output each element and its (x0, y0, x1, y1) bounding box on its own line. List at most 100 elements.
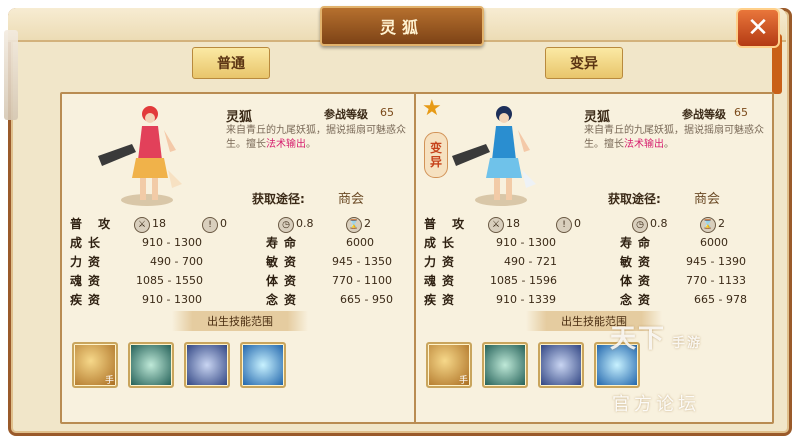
stat-label: 敏资 (266, 255, 303, 269)
stat-value: 490 - 700 (150, 255, 203, 268)
skill-icon-1[interactable]: 手 (426, 342, 472, 388)
hourglass-value: 2 (718, 217, 725, 230)
stat-value: 6000 (346, 236, 374, 249)
stat-value: 770 - 1133 (686, 274, 746, 287)
level-value: 65 (380, 106, 394, 119)
skill-icon-2[interactable] (128, 342, 174, 388)
close-button[interactable]: ✕ (736, 8, 780, 48)
stat-row: 力资 490 - 700 敏资 945 - 1350 (70, 253, 410, 271)
pet-portrait-normal (98, 106, 182, 206)
stat-row: 力资 490 - 721 敏资 945 - 1390 (424, 253, 764, 271)
stat-label: 疾资 (70, 293, 107, 307)
source-label: 获取途径: (252, 192, 305, 206)
stat-label: 魂资 (424, 274, 461, 288)
sword-icon: ⚔ (134, 217, 150, 233)
hourglass-icon: ⌛ (700, 217, 716, 233)
tab-variant[interactable]: 变异 (545, 47, 623, 79)
stat-value: 910 - 1300 (496, 236, 556, 249)
source-value: 商会 (338, 192, 365, 207)
stat-label: 体资 (266, 274, 303, 288)
stat-value: 910 - 1300 (142, 236, 202, 249)
stat-label: 成长 (70, 236, 107, 250)
level-label: 参战等级 (682, 108, 726, 121)
description-highlight: 法术输出 (266, 139, 306, 150)
sword-icon: ⚔ (488, 217, 504, 233)
stat-row: 魂资 1085 - 1550 体资 770 - 1100 (70, 272, 410, 290)
clock-icon: ◷ (632, 217, 648, 233)
clock-icon: ◷ (278, 217, 294, 233)
hourglass-icon: ⌛ (346, 217, 362, 233)
skill-icon-1[interactable]: 手 (72, 342, 118, 388)
source-value: 商会 (694, 192, 721, 207)
description-text: 来自青丘的九尾妖狐，据说摇扇可魅惑众生。擅长 (584, 125, 764, 150)
skill-range-banner: 出生技能范围 (172, 311, 308, 331)
stat-label: 念资 (266, 293, 303, 307)
stat-row: 成长 910 - 1300 寿命 6000 (70, 234, 410, 252)
stat-value: 945 - 1350 (332, 255, 392, 268)
stat-value: 6000 (700, 236, 728, 249)
stat-value: 945 - 1390 (686, 255, 746, 268)
pet-panel-variant: ★ 变异 灵狐 参战等级 65 来自青丘的九尾妖狐，据说摇扇可魅惑众生。擅长法术… (414, 92, 774, 424)
skill-icon-4[interactable] (240, 342, 286, 388)
stat-value: 1085 - 1550 (136, 274, 203, 287)
watermark-sub: 手游 (672, 336, 703, 351)
stat-value: 910 - 1339 (496, 293, 556, 306)
attack-label: 普 攻 (70, 217, 117, 231)
exclaim-value: 0 (220, 217, 227, 230)
clock-value: 0.8 (296, 217, 314, 230)
exclaim-value: 0 (574, 217, 581, 230)
stat-value: 665 - 978 (694, 293, 747, 306)
skill-icon-2[interactable] (482, 342, 528, 388)
stat-label: 疾资 (424, 293, 461, 307)
stat-label: 魂资 (70, 274, 107, 288)
stat-row: 成长 910 - 1300 寿命 6000 (424, 234, 764, 252)
pet-name: 灵狐 (226, 110, 253, 125)
watermark-logo: 天下 手游 (610, 318, 702, 355)
star-icon: ★ (422, 96, 442, 121)
stat-label: 敏资 (620, 255, 657, 269)
stat-value: 490 - 721 (504, 255, 557, 268)
stat-label: 念资 (620, 293, 657, 307)
clock-value: 0.8 (650, 217, 668, 230)
window-title: 灵狐 (320, 6, 484, 46)
pet-description: 来自青丘的九尾妖狐，据说摇扇可魅惑众生。擅长法术输出。 (584, 124, 764, 152)
description-text: 来自青丘的九尾妖狐，据说摇扇可魅惑众生。擅长 (226, 125, 406, 150)
source-label: 获取途径: (608, 192, 661, 206)
pet-portrait-variant (452, 106, 536, 206)
stat-row: 疾资 910 - 1300 念资 665 - 950 (70, 291, 410, 309)
stat-label: 力资 (424, 255, 461, 269)
variant-tag-char: 变 (429, 141, 442, 155)
pet-name: 灵狐 (584, 110, 611, 125)
description-end: 。 (306, 139, 316, 150)
attack-label: 普 攻 (424, 217, 471, 231)
attack-value: 18 (152, 217, 166, 230)
stat-row: 疾资 910 - 1339 念资 665 - 978 (424, 291, 764, 309)
skill-icon-3[interactable] (184, 342, 230, 388)
level-label: 参战等级 (324, 108, 368, 121)
stat-label: 力资 (70, 255, 107, 269)
variant-tag-char: 异 (429, 155, 442, 169)
stat-value: 910 - 1300 (142, 293, 202, 306)
hourglass-value: 2 (364, 217, 371, 230)
watermark-main: 天下 (610, 324, 667, 354)
watermark-forum: 官方论坛 (612, 394, 700, 415)
description-highlight: 法术输出 (624, 139, 664, 150)
stat-label: 成长 (424, 236, 461, 250)
stat-label: 体资 (620, 274, 657, 288)
stat-label: 寿命 (266, 236, 303, 250)
stat-label: 寿命 (620, 236, 657, 250)
skill-icon-3[interactable] (538, 342, 584, 388)
stat-value: 1085 - 1596 (490, 274, 557, 287)
attack-value: 18 (506, 217, 520, 230)
level-value: 65 (734, 106, 748, 119)
pet-description: 来自青丘的九尾妖狐，据说摇扇可魅惑众生。擅长法术输出。 (226, 124, 406, 152)
attack-row: 普 攻 ⚔ 18 ! 0 ◷ 0.8 ⌛ 2 (424, 215, 764, 233)
tab-normal[interactable]: 普通 (192, 47, 270, 79)
skill-hand-label: 手 (458, 376, 468, 386)
pet-panel-normal: 灵狐 参战等级 65 来自青丘的九尾妖狐，据说摇扇可魅惑众生。擅长法术输出。 获… (60, 92, 420, 424)
variant-tag: 变异 (424, 132, 448, 178)
exclaim-icon: ! (202, 217, 218, 233)
attack-row: 普 攻 ⚔ 18 ! 0 ◷ 0.8 ⌛ 2 (70, 215, 410, 233)
skill-hand-label: 手 (104, 376, 114, 386)
description-end: 。 (664, 139, 674, 150)
